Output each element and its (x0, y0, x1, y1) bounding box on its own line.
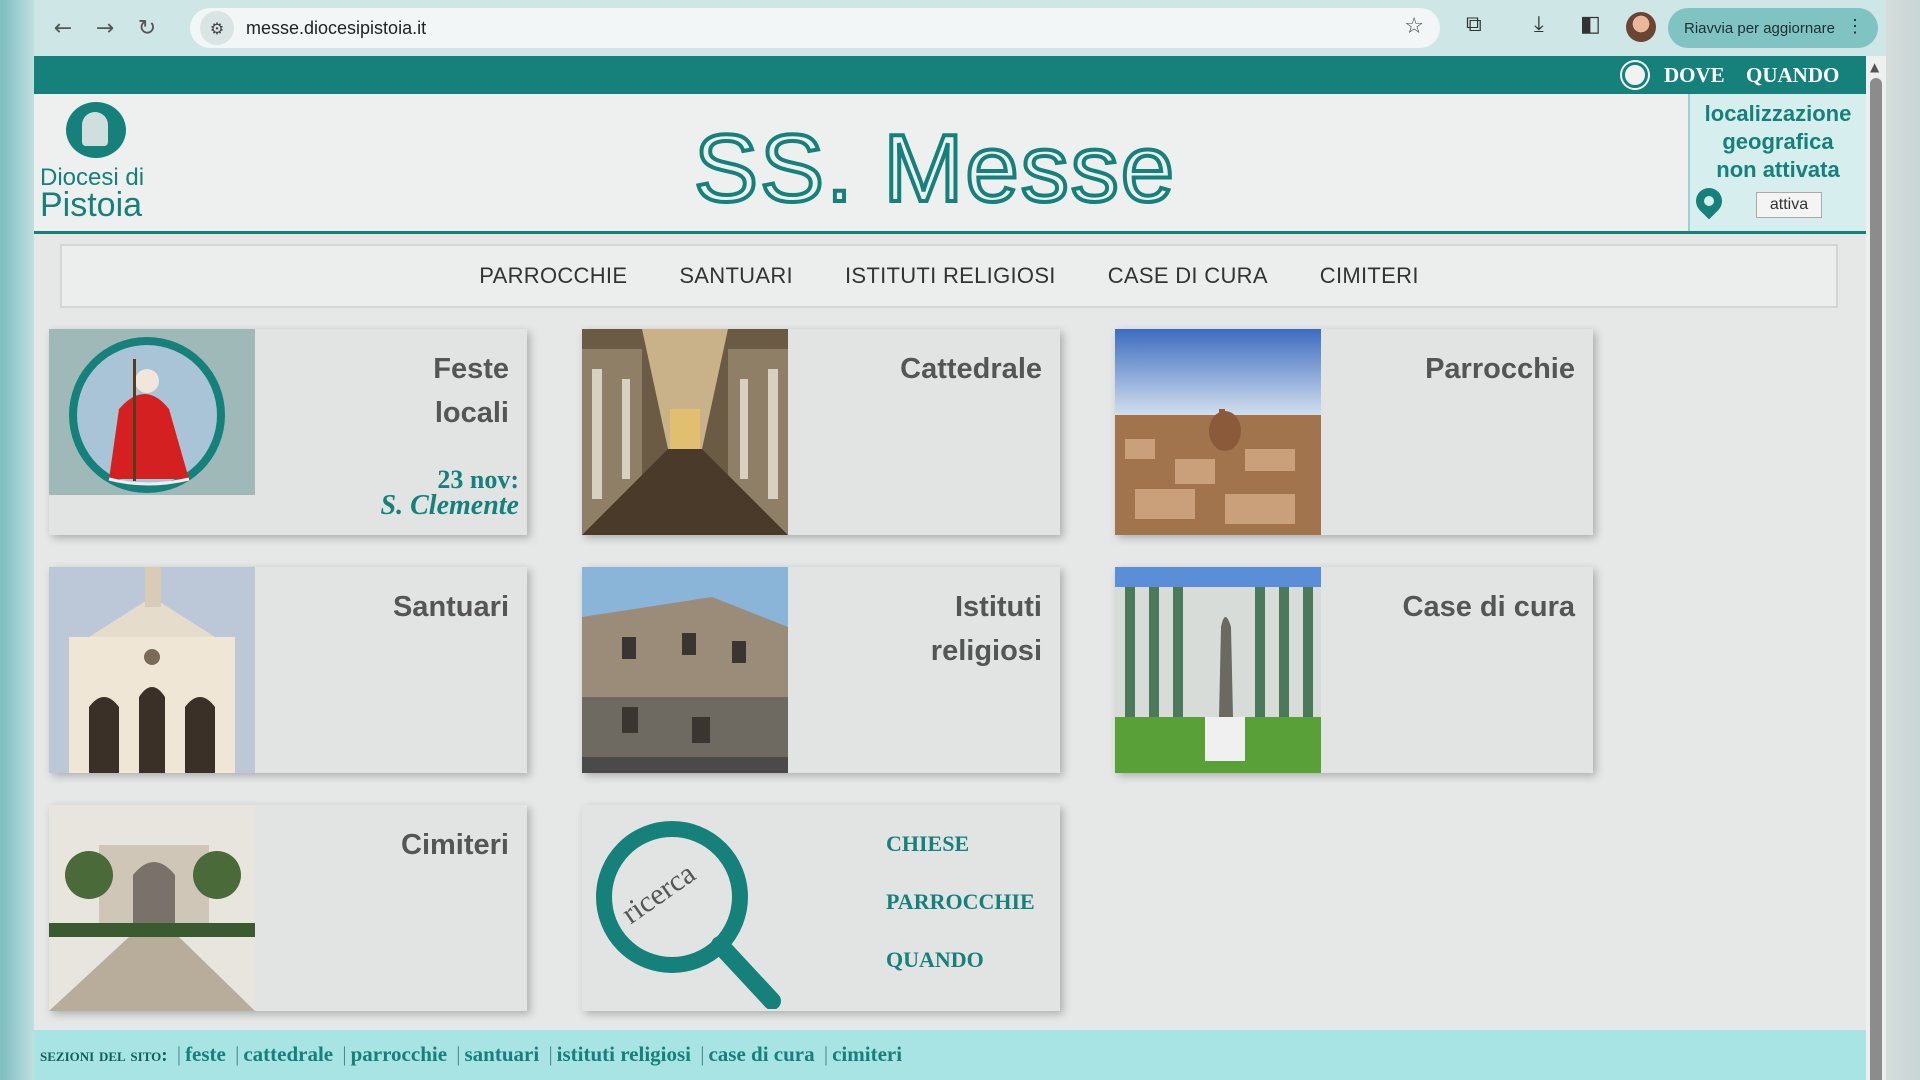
main-menu: PARROCCHIE SANTUARI ISTITUTI RELIGIOSI C… (60, 244, 1838, 308)
card-istituti-religiosi[interactable]: Istituti religiosi (582, 567, 1060, 773)
convent-image (582, 567, 788, 773)
menu-parrocchie[interactable]: PARROCCHIE (479, 263, 627, 289)
search-quando-link[interactable]: QUANDO (886, 947, 1035, 973)
parrocchie-label: Parrocchie (1425, 353, 1575, 385)
menu-cimiteri[interactable]: CIMITERI (1320, 263, 1419, 289)
footer-link-cimiteri[interactable]: cimiteri (832, 1042, 902, 1066)
cimiteri-label: Cimiteri (401, 829, 509, 861)
hospital-image (1115, 567, 1321, 773)
feste-label: Feste locali (433, 353, 509, 429)
download-icon[interactable]: ⤓ (1534, 12, 1544, 37)
extensions-icon[interactable]: ⧉ (1466, 12, 1482, 37)
sanctuary-image (49, 567, 255, 773)
footer-link-case[interactable]: case di cura (708, 1042, 814, 1066)
browser-toolbar: ← → ↻ ⚙ messe.diocesipistoia.it ☆ ⧉ ⤓ ◧ … (34, 0, 1886, 56)
menu-case-di-cura[interactable]: CASE DI CURA (1108, 263, 1268, 289)
santuari-label: Santuari (392, 591, 509, 623)
scroll-up-icon[interactable]: ▲ (1870, 60, 1879, 74)
footer-label: sezioni del sito: (40, 1045, 168, 1066)
city-view-image (1115, 329, 1321, 535)
card-case-di-cura[interactable]: Case di cura (1115, 567, 1593, 773)
top-bar: DOVE QUANDO (34, 56, 1866, 94)
site-settings-icon[interactable]: ⚙ (200, 11, 234, 45)
web-page: DOVE QUANDO Diocesi di Pistoia SS. Messe… (34, 56, 1866, 1080)
card-feste-locali[interactable]: Feste locali 23 nov: S. Clemente (49, 329, 527, 535)
saint-image (49, 329, 255, 495)
site-header: Diocesi di Pistoia SS. Messe localizzazi… (34, 94, 1866, 234)
cathedral-interior-image (582, 329, 788, 535)
footer-link-feste[interactable]: feste (185, 1042, 226, 1066)
restart-label: Riavvia per aggiornare (1684, 19, 1835, 37)
geo-status: localizzazione geografica non attivata (1704, 101, 1852, 182)
profile-avatar[interactable] (1626, 12, 1656, 42)
cemetery-image (49, 805, 255, 1011)
reload-icon[interactable]: ↻ (130, 11, 164, 45)
logo-line2: Pistoia (40, 186, 143, 224)
quando-link[interactable]: QUANDO (1746, 63, 1839, 88)
card-cimiteri[interactable]: Cimiteri (49, 805, 527, 1011)
search-links: CHIESE PARROCCHIE QUANDO (886, 831, 1035, 1005)
bookmark-star-icon[interactable]: ☆ (1404, 14, 1424, 39)
site-footer: sezioni del sito: | feste | cattedrale | pa… (34, 1030, 1866, 1080)
menu-istituti-religiosi[interactable]: ISTITUTI RELIGIOSI (845, 263, 1056, 289)
menu-santuari[interactable]: SANTUARI (679, 263, 793, 289)
page-title: SS. Messe (692, 113, 1177, 224)
scrollbar-thumb[interactable] (1870, 78, 1882, 1080)
search-parrocchie-link[interactable]: PARROCCHIE (886, 889, 1035, 915)
search-chiese-link[interactable]: CHIESE (886, 831, 1035, 857)
diocese-logo[interactable]: Diocesi di Pistoia (40, 102, 160, 224)
back-icon[interactable]: ← (46, 11, 80, 45)
logo-mark-icon (66, 102, 126, 158)
browser-menu-icon[interactable]: ⋮ (1846, 16, 1864, 37)
magnifier-icon: ricerca (594, 819, 781, 1010)
forward-icon[interactable]: → (88, 11, 122, 45)
cattedrale-label: Cattedrale (900, 353, 1042, 385)
footer-link-istituti[interactable]: istituti religiosi (557, 1042, 691, 1066)
dove-link[interactable]: DOVE (1664, 63, 1725, 88)
geo-activate-button[interactable]: attiva (1756, 192, 1822, 218)
search-icon[interactable] (1622, 62, 1648, 88)
restart-update-button[interactable]: Riavvia per aggiornare ⋮ (1668, 8, 1878, 48)
case-label: Case di cura (1402, 591, 1575, 623)
url-text[interactable]: messe.diocesipistoia.it (246, 18, 426, 39)
side-panel-icon[interactable]: ◧ (1580, 12, 1601, 37)
geolocation-panel: localizzazione geografica non attivata a… (1688, 94, 1866, 231)
footer-link-cattedrale[interactable]: cattedrale (243, 1042, 333, 1066)
page-scrollbar[interactable]: ▲ (1866, 56, 1886, 1080)
feste-date[interactable]: 23 nov: S. Clemente (381, 467, 519, 520)
map-pin-icon (1690, 182, 1728, 220)
card-cattedrale[interactable]: Cattedrale (582, 329, 1060, 535)
footer-link-parrocchie[interactable]: parrocchie (351, 1042, 447, 1066)
address-bar[interactable]: ⚙ messe.diocesipistoia.it ☆ (190, 8, 1440, 48)
card-parrocchie[interactable]: Parrocchie (1115, 329, 1593, 535)
card-santuari[interactable]: Santuari (49, 567, 527, 773)
istituti-label: Istituti religiosi (930, 591, 1042, 667)
footer-link-santuari[interactable]: santuari (465, 1042, 540, 1066)
card-ricerca[interactable]: ricerca CHIESE PARROCCHIE QUANDO (582, 805, 1060, 1011)
